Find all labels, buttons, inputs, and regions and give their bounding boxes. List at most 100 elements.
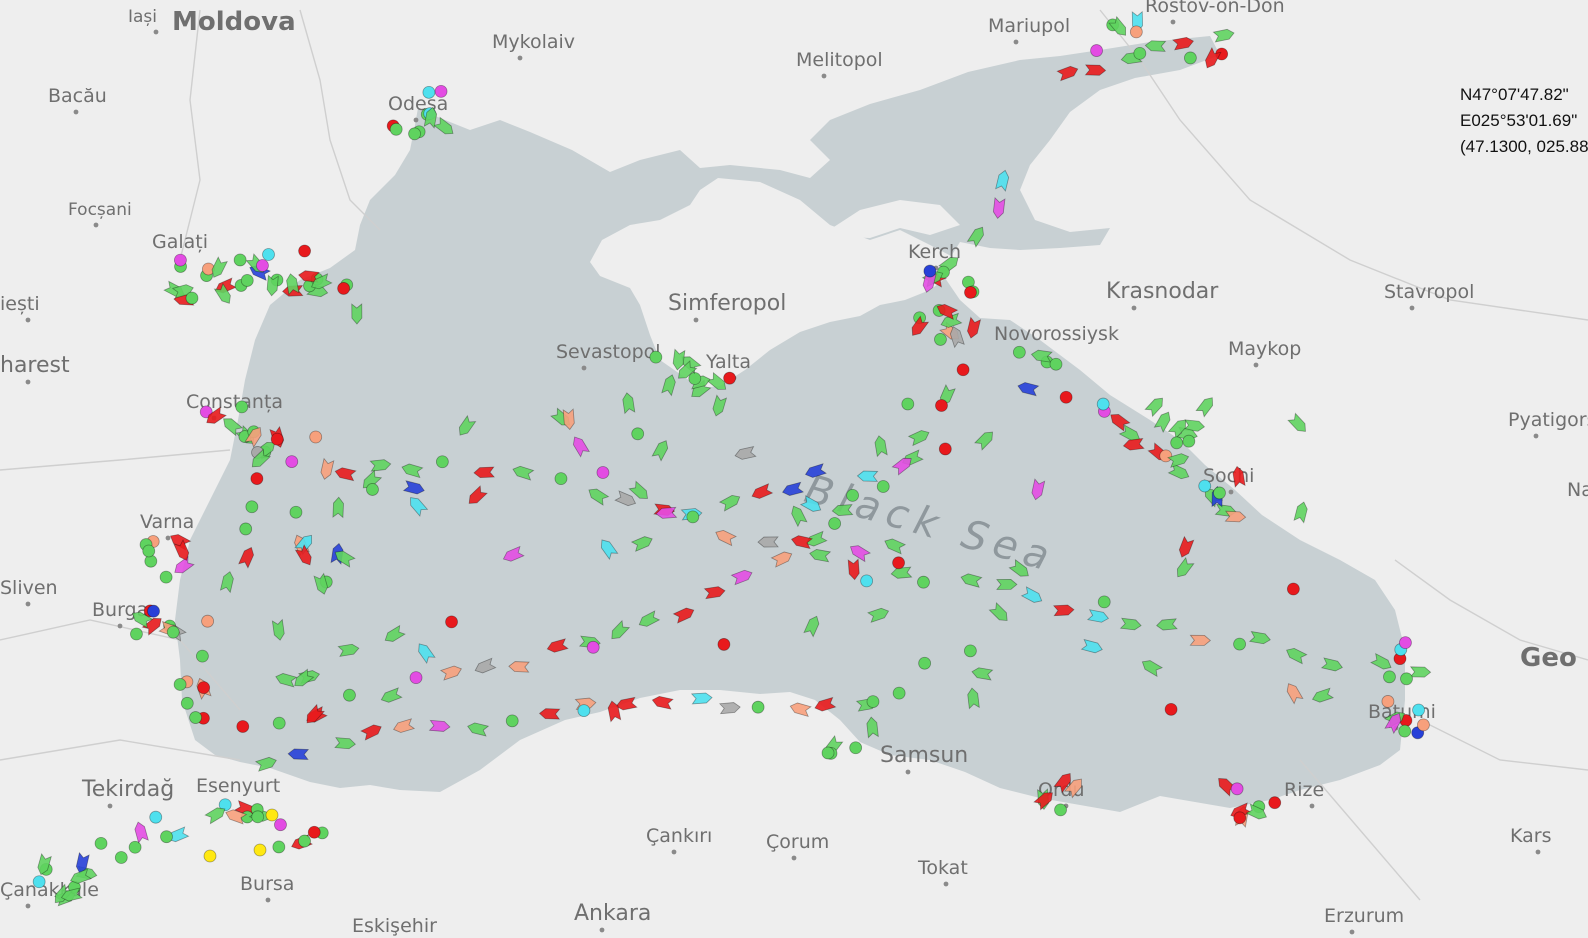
vessel-pleasure-dot[interactable] xyxy=(274,818,287,832)
vessel-cargo-dot[interactable] xyxy=(289,505,303,519)
vessel-cargo-dot[interactable] xyxy=(1170,436,1184,450)
vessel-cargo-dot[interactable] xyxy=(866,695,880,708)
vessel-cargo-dot[interactable] xyxy=(821,746,835,760)
vessel-pleasure-dot[interactable] xyxy=(1230,782,1244,796)
vessel-fishing-dot[interactable] xyxy=(1129,25,1143,39)
vessel-cargo-dot[interactable] xyxy=(1213,486,1226,500)
vessel-cargo-dot[interactable] xyxy=(1233,637,1246,651)
map-svg[interactable]: Iași Moldova Mykolaiv Melitopol Mariupol Rost… xyxy=(0,0,1588,938)
vessel-cargo-dot[interactable] xyxy=(389,122,403,136)
vessel-tanker-dot[interactable] xyxy=(1286,582,1300,596)
vessel-fishing-dot[interactable] xyxy=(1417,718,1430,732)
vessel-cargo-dot[interactable] xyxy=(846,488,859,502)
vessel-cargo-dot[interactable] xyxy=(272,716,286,730)
vessel-cargo-dot[interactable] xyxy=(554,472,568,486)
vessel-pleasure-dot[interactable] xyxy=(174,253,187,267)
vessel-cargo-dot[interactable] xyxy=(298,834,311,848)
vessel-cargo-dot[interactable] xyxy=(876,480,890,493)
vessel-pleasure-dot[interactable] xyxy=(409,671,423,685)
vessel-cargo-dot[interactable] xyxy=(130,627,143,641)
vessel-tug-dot[interactable] xyxy=(262,248,275,261)
vessel-cargo-dot[interactable] xyxy=(963,644,977,658)
vessel-cargo-dot[interactable] xyxy=(1400,672,1413,686)
vessel-cargo-dot[interactable] xyxy=(934,333,947,346)
vessel-tug-dot[interactable] xyxy=(1096,397,1110,411)
vessel-pleasure-dot[interactable] xyxy=(434,84,448,98)
vessel-tanker-dot[interactable] xyxy=(1233,811,1247,825)
vessel-tanker-dot[interactable] xyxy=(250,472,264,485)
vessel-cargo-dot[interactable] xyxy=(128,840,142,854)
vessel-tanker-dot[interactable] xyxy=(236,720,250,733)
vessel-cargo-dot[interactable] xyxy=(751,700,765,714)
vessel-tug-dot[interactable] xyxy=(860,574,874,588)
vessel-cargo-dot[interactable] xyxy=(1049,357,1063,371)
vessel-cargo-dot[interactable] xyxy=(849,741,863,755)
vessel-cargo-dot[interactable] xyxy=(408,127,421,141)
vessel-tanker-dot[interactable] xyxy=(723,371,737,385)
vessel-pleasure-dot[interactable] xyxy=(285,455,299,468)
vessel-cargo-dot[interactable] xyxy=(892,686,906,700)
vessel-high_speed-dot[interactable] xyxy=(265,808,279,822)
vessel-cargo-dot[interactable] xyxy=(1012,345,1026,359)
vessel-fishing-dot[interactable] xyxy=(201,614,214,628)
vessel-cargo-dot[interactable] xyxy=(1097,595,1111,609)
vessel-tanker-dot[interactable] xyxy=(1164,702,1178,716)
vessel-passenger-dot[interactable] xyxy=(147,604,160,618)
vessel-passenger-dot[interactable] xyxy=(923,264,937,278)
vessel-cargo-dot[interactable] xyxy=(251,810,265,824)
vessel-cargo-dot[interactable] xyxy=(1182,434,1196,448)
vessel-cargo-dot[interactable] xyxy=(686,510,700,524)
vessel-cargo-dot[interactable] xyxy=(245,500,259,514)
vessel-pleasure-dot[interactable] xyxy=(1399,636,1412,650)
vessel-tug-dot[interactable] xyxy=(32,875,46,889)
vessel-cargo-dot[interactable] xyxy=(901,397,915,411)
vessel-cargo-dot[interactable] xyxy=(272,840,286,854)
vessel-cargo-dot[interactable] xyxy=(185,291,199,305)
vessel-cargo-dot[interactable] xyxy=(1183,51,1197,65)
vessel-cargo-dot[interactable] xyxy=(1398,724,1412,738)
vessel-high_speed-dot[interactable] xyxy=(253,843,267,857)
vessel-cargo-dot[interactable] xyxy=(189,711,202,724)
vessel-cargo-dot[interactable] xyxy=(235,400,249,414)
vessel-fishing-dot[interactable] xyxy=(1381,695,1395,708)
vessel-cargo-dot[interactable] xyxy=(240,274,254,287)
vessel-cargo-dot[interactable] xyxy=(435,455,449,469)
vessel-tug-dot[interactable] xyxy=(1198,479,1212,493)
vessel-cargo-dot[interactable] xyxy=(94,836,108,850)
vessel-cargo-dot[interactable] xyxy=(233,253,247,267)
vessel-cargo-dot[interactable] xyxy=(159,570,173,584)
vessel-cargo-dot[interactable] xyxy=(166,625,180,639)
vessel-tanker-dot[interactable] xyxy=(964,286,977,299)
vessel-tanker-dot[interactable] xyxy=(935,399,948,412)
vessel-cargo-dot[interactable] xyxy=(631,427,645,441)
vessel-tanker-dot[interactable] xyxy=(892,556,905,570)
vessel-cargo-dot[interactable] xyxy=(505,714,519,728)
vessel-cargo-dot[interactable] xyxy=(1054,803,1067,817)
vessel-high_speed-dot[interactable] xyxy=(203,849,217,863)
map-canvas[interactable]: Iași Moldova Mykolaiv Melitopol Mariupol Rost… xyxy=(0,0,1588,938)
vessel-cargo-dot[interactable] xyxy=(160,830,173,844)
vessel-pleasure-dot[interactable] xyxy=(256,259,269,272)
vessel-tanker-dot[interactable] xyxy=(1059,390,1073,404)
vessel-cargo-dot[interactable] xyxy=(180,696,194,710)
vessel-cargo-dot[interactable] xyxy=(828,517,842,530)
vessel-pleasure-dot[interactable] xyxy=(1090,44,1103,57)
vessel-cargo-dot[interactable] xyxy=(343,688,356,702)
vessel-cargo-dot[interactable] xyxy=(918,656,932,670)
vessel-cargo-dot[interactable] xyxy=(239,522,253,536)
vessel-pleasure-dot[interactable] xyxy=(596,466,610,479)
vessel-tanker-dot[interactable] xyxy=(270,432,284,446)
vessel-cargo-dot[interactable] xyxy=(1383,670,1396,684)
vessel-tug-dot[interactable] xyxy=(149,810,163,824)
vessel-tug-dot[interactable] xyxy=(422,85,436,99)
vessel-tanker-dot[interactable] xyxy=(307,825,321,839)
vessel-fishing-dot[interactable] xyxy=(309,430,323,444)
vessel-tanker-dot[interactable] xyxy=(298,244,311,258)
vessel-tanker-dot[interactable] xyxy=(717,638,731,651)
vessel-cargo-dot[interactable] xyxy=(114,851,128,864)
vessel-tanker-dot[interactable] xyxy=(197,681,211,695)
vessel-cargo-dot[interactable] xyxy=(1133,46,1147,60)
vessel-tanker-dot[interactable] xyxy=(956,363,970,377)
vessel-cargo-dot[interactable] xyxy=(142,544,156,558)
vessel-tanker-dot[interactable] xyxy=(1268,796,1282,810)
